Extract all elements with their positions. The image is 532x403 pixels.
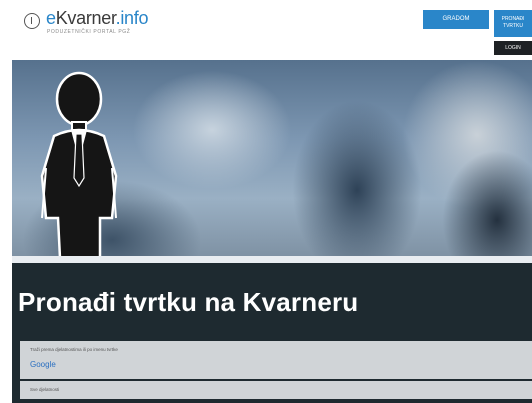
logo-e: e — [46, 8, 56, 28]
logo-info: .info — [115, 8, 149, 28]
pronadi-tvrtku-button[interactable]: PRONAĐI TVRTKU — [494, 10, 532, 37]
site-logo[interactable]: eKvarner.info — [46, 9, 148, 27]
businessman-figure — [40, 71, 118, 258]
logo-kvarner: Kvarner — [55, 8, 116, 28]
hero-banner — [12, 60, 532, 258]
company-search-field[interactable]: Traži prema djelatnostima ili po imenu t… — [20, 341, 532, 379]
hero-divider — [12, 256, 532, 263]
info-icon — [24, 13, 40, 29]
activity-select-value: Sve djelatnosti — [30, 387, 60, 392]
page-title: Pronađi tvrtku na Kvarneru — [18, 287, 359, 317]
search-label: Traži prema djelatnostima ili po imenu t… — [30, 347, 118, 352]
pronadi-line1: PRONAĐI — [501, 16, 525, 22]
search-section: Pronađi tvrtku na Kvarneru Traži prema d… — [12, 263, 532, 403]
google-search-branding: Google — [30, 360, 56, 369]
logo-tagline: PODUZETNIČKI PORTAL PGŽ — [47, 29, 131, 35]
activity-select[interactable]: Sve djelatnosti — [20, 381, 532, 399]
login-button[interactable]: LOGIN — [494, 41, 532, 55]
pronadi-line2: TVRTKU — [503, 23, 523, 29]
site-header: eKvarner.info PODUZETNIČKI PORTAL PGŽ GR… — [0, 0, 532, 60]
hero-bg-shape — [132, 70, 292, 190]
gradom-button[interactable]: GRADOM — [423, 10, 489, 29]
